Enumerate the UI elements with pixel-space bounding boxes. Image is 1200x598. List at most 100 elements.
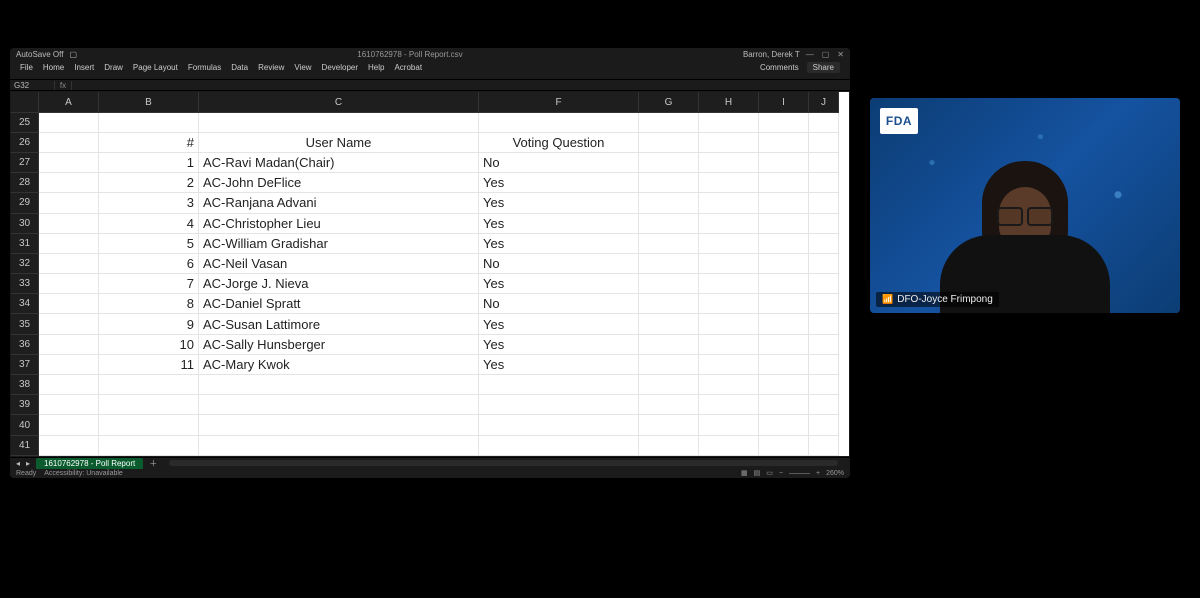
cell-I30[interactable] bbox=[759, 214, 809, 234]
cell-H36[interactable] bbox=[699, 335, 759, 355]
autosave-toggle[interactable]: AutoSave Off bbox=[16, 50, 63, 59]
cell-C41[interactable] bbox=[199, 436, 479, 456]
cell-B26[interactable]: # bbox=[99, 133, 199, 153]
cell-C35[interactable]: AC-Susan Lattimore bbox=[199, 314, 479, 334]
cell-A32[interactable] bbox=[39, 254, 99, 274]
cell-F36[interactable]: Yes bbox=[479, 335, 639, 355]
cell-I27[interactable] bbox=[759, 153, 809, 173]
select-all-corner[interactable] bbox=[11, 92, 39, 112]
column-header-A[interactable]: A bbox=[39, 92, 99, 112]
cell-G25[interactable] bbox=[639, 113, 699, 133]
webcam-tile[interactable]: FDA 📶 DFO-Joyce Frimpong bbox=[870, 98, 1180, 313]
cell-B38[interactable] bbox=[99, 375, 199, 395]
column-header-J[interactable]: J bbox=[809, 92, 839, 112]
cell-B37[interactable]: 11 bbox=[99, 355, 199, 375]
cell-A30[interactable] bbox=[39, 214, 99, 234]
cell-B34[interactable]: 8 bbox=[99, 294, 199, 314]
cell-C36[interactable]: AC-Sally Hunsberger bbox=[199, 335, 479, 355]
cell-H39[interactable] bbox=[699, 395, 759, 415]
cell-F25[interactable] bbox=[479, 113, 639, 133]
row-header-36[interactable]: 36 bbox=[11, 335, 39, 355]
cell-A36[interactable] bbox=[39, 335, 99, 355]
cell-H33[interactable] bbox=[699, 274, 759, 294]
row-header-32[interactable]: 32 bbox=[11, 254, 39, 274]
cell-G29[interactable] bbox=[639, 193, 699, 213]
cell-I35[interactable] bbox=[759, 314, 809, 334]
cell-H32[interactable] bbox=[699, 254, 759, 274]
cell-I36[interactable] bbox=[759, 335, 809, 355]
cell-I41[interactable] bbox=[759, 436, 809, 456]
cell-G36[interactable] bbox=[639, 335, 699, 355]
tab-insert[interactable]: Insert bbox=[74, 63, 94, 72]
view-normal-icon[interactable]: ▦ bbox=[741, 469, 748, 477]
cell-A25[interactable] bbox=[39, 113, 99, 133]
cell-C39[interactable] bbox=[199, 395, 479, 415]
row-header-33[interactable]: 33 bbox=[11, 274, 39, 294]
cell-H35[interactable] bbox=[699, 314, 759, 334]
tab-review[interactable]: Review bbox=[258, 63, 284, 72]
cell-C32[interactable]: AC-Neil Vasan bbox=[199, 254, 479, 274]
row-header-35[interactable]: 35 bbox=[11, 314, 39, 334]
cell-C30[interactable]: AC-Christopher Lieu bbox=[199, 214, 479, 234]
cell-G35[interactable] bbox=[639, 314, 699, 334]
cell-J38[interactable] bbox=[809, 375, 839, 395]
new-sheet-icon[interactable]: ＋ bbox=[149, 458, 157, 469]
cell-A39[interactable] bbox=[39, 395, 99, 415]
tab-acrobat[interactable]: Acrobat bbox=[394, 63, 422, 72]
tab-draw[interactable]: Draw bbox=[104, 63, 123, 72]
cell-G28[interactable] bbox=[639, 173, 699, 193]
cell-B36[interactable]: 10 bbox=[99, 335, 199, 355]
cell-J34[interactable] bbox=[809, 294, 839, 314]
cell-J35[interactable] bbox=[809, 314, 839, 334]
row-header-26[interactable]: 26 bbox=[11, 133, 39, 153]
cell-H25[interactable] bbox=[699, 113, 759, 133]
zoom-in-icon[interactable]: + bbox=[816, 470, 820, 477]
cell-J25[interactable] bbox=[809, 113, 839, 133]
cell-F28[interactable]: Yes bbox=[479, 173, 639, 193]
cell-G41[interactable] bbox=[639, 436, 699, 456]
tab-formulas[interactable]: Formulas bbox=[188, 63, 221, 72]
cell-H26[interactable] bbox=[699, 133, 759, 153]
tab-data[interactable]: Data bbox=[231, 63, 248, 72]
cell-I25[interactable] bbox=[759, 113, 809, 133]
cell-C25[interactable] bbox=[199, 113, 479, 133]
sheet-nav-next-icon[interactable]: ▸ bbox=[26, 459, 30, 468]
cell-A26[interactable] bbox=[39, 133, 99, 153]
cell-A40[interactable] bbox=[39, 415, 99, 435]
cell-I38[interactable] bbox=[759, 375, 809, 395]
cell-I33[interactable] bbox=[759, 274, 809, 294]
cell-B41[interactable] bbox=[99, 436, 199, 456]
cell-F33[interactable]: Yes bbox=[479, 274, 639, 294]
cell-B39[interactable] bbox=[99, 395, 199, 415]
column-header-C[interactable]: C bbox=[199, 92, 479, 112]
cell-B27[interactable]: 1 bbox=[99, 153, 199, 173]
cell-F38[interactable] bbox=[479, 375, 639, 395]
spreadsheet-grid[interactable]: ABCFGHIJ2526#User NameVoting Question271… bbox=[10, 91, 850, 456]
row-header-38[interactable]: 38 bbox=[11, 375, 39, 395]
cell-G32[interactable] bbox=[639, 254, 699, 274]
cell-H38[interactable] bbox=[699, 375, 759, 395]
zoom-slider[interactable]: ——— bbox=[789, 470, 810, 477]
row-header-29[interactable]: 29 bbox=[11, 193, 39, 213]
cell-J39[interactable] bbox=[809, 395, 839, 415]
signed-in-user[interactable]: Barron, Derek T bbox=[743, 50, 800, 59]
cell-C27[interactable]: AC-Ravi Madan(Chair) bbox=[199, 153, 479, 173]
cell-I40[interactable] bbox=[759, 415, 809, 435]
window-maximize-icon[interactable]: ▢ bbox=[822, 50, 830, 59]
sheet-tab[interactable]: 1610762978 - Poll Report bbox=[36, 458, 143, 469]
row-header-41[interactable]: 41 bbox=[11, 436, 39, 456]
window-close-icon[interactable]: ✕ bbox=[837, 50, 844, 59]
row-header-39[interactable]: 39 bbox=[11, 395, 39, 415]
comments-button[interactable]: Comments bbox=[760, 63, 799, 72]
row-header-25[interactable]: 25 bbox=[11, 113, 39, 133]
tab-view[interactable]: View bbox=[294, 63, 311, 72]
cell-H30[interactable] bbox=[699, 214, 759, 234]
cell-G37[interactable] bbox=[639, 355, 699, 375]
cell-I31[interactable] bbox=[759, 234, 809, 254]
row-header-27[interactable]: 27 bbox=[11, 153, 39, 173]
row-header-34[interactable]: 34 bbox=[11, 294, 39, 314]
cell-J33[interactable] bbox=[809, 274, 839, 294]
column-header-F[interactable]: F bbox=[479, 92, 639, 112]
row-header-37[interactable]: 37 bbox=[11, 355, 39, 375]
cell-I28[interactable] bbox=[759, 173, 809, 193]
